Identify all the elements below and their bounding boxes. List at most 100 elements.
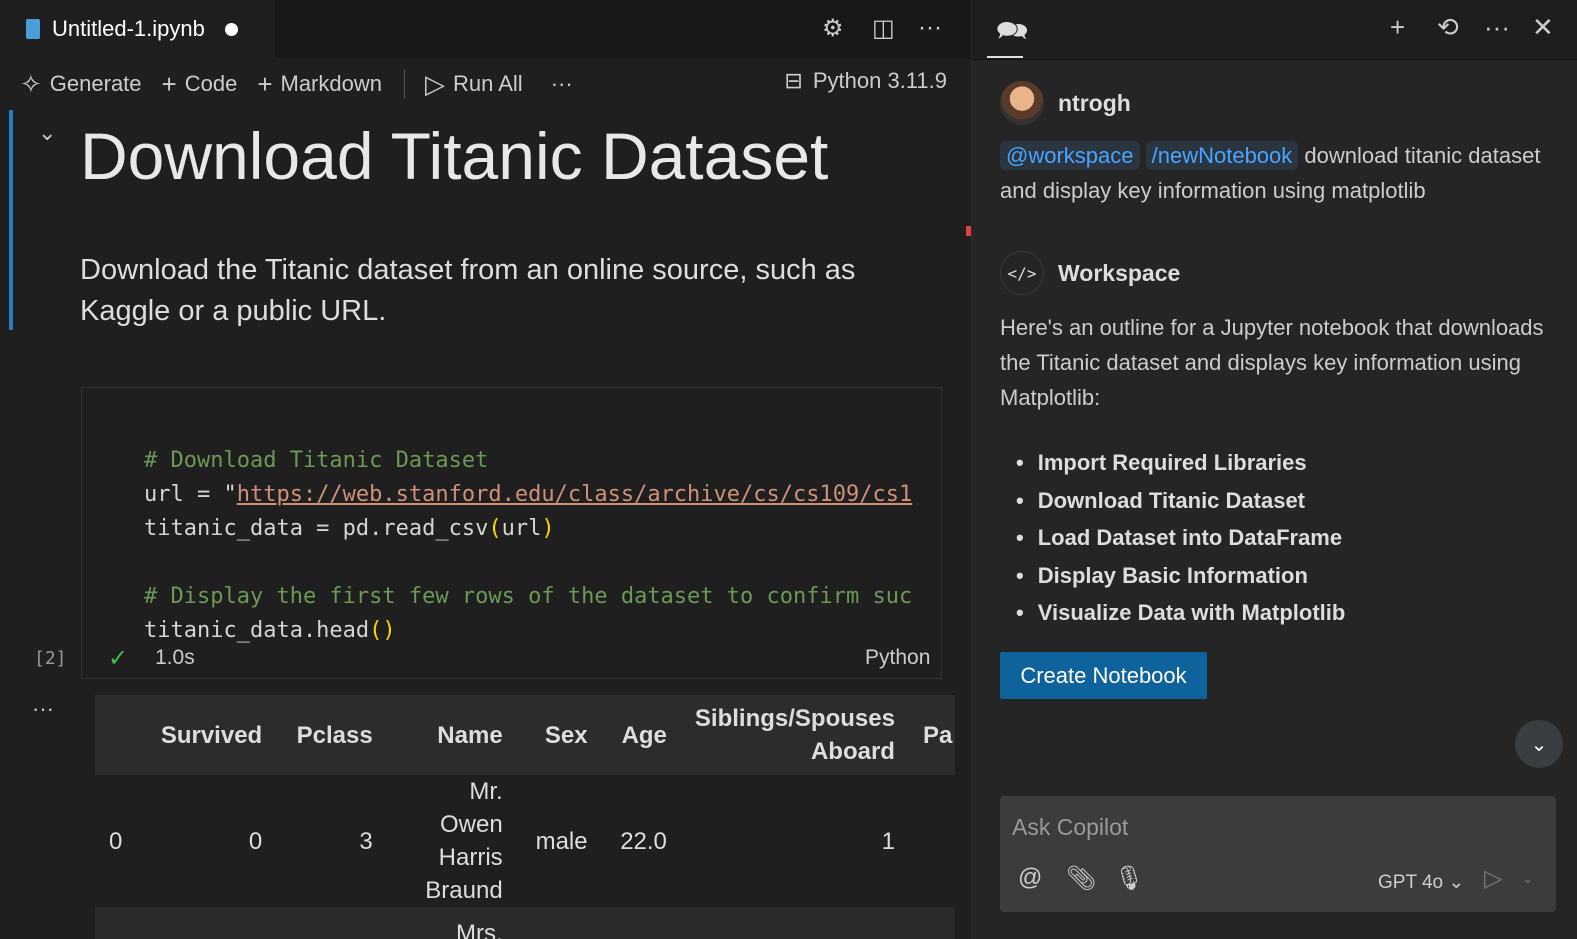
response-text: Here's an outline for a Jupyter notebook… xyxy=(1000,315,1544,410)
cell-language[interactable]: Python xyxy=(865,646,930,670)
outline-list: Import Required Libraries Download Titan… xyxy=(1000,444,1346,632)
more-actions-icon[interactable]: ··· xyxy=(918,14,942,42)
collapse-chevron-icon[interactable]: ⌄ xyxy=(38,120,56,146)
code-text: url = " xyxy=(144,482,237,507)
model-label: GPT 4o xyxy=(1378,872,1444,893)
agent-name: Workspace xyxy=(1058,260,1181,286)
table-cell xyxy=(276,907,387,939)
command-chip[interactable]: /newNotebook xyxy=(1145,141,1299,170)
table-header: Siblings/Spouses Aboard xyxy=(680,695,909,775)
ask-copilot-input[interactable] xyxy=(1012,814,1512,841)
gear-icon[interactable]: ⚙ xyxy=(822,14,844,43)
more-actions-icon[interactable]: ··· xyxy=(1484,12,1510,43)
table-cell: 22.0 xyxy=(620,827,667,855)
table-cell: 0 xyxy=(109,827,123,855)
attach-paperclip-icon[interactable]: 📎︎ xyxy=(1066,864,1096,893)
table-header: Pclass xyxy=(276,695,387,775)
execution-duration: 1.0s xyxy=(155,646,195,669)
run-all-label: Run All xyxy=(452,71,523,96)
list-item: Load Dataset into DataFrame xyxy=(1000,519,1345,557)
table-header: Survived xyxy=(138,695,277,775)
kernel-icon: ⊟ xyxy=(784,68,803,93)
success-check-icon: ✓ xyxy=(108,645,129,672)
table-cell: 1 xyxy=(881,827,895,855)
send-options-chevron-icon[interactable]: ⌄ xyxy=(1522,870,1534,887)
active-cell-indicator xyxy=(9,110,13,330)
code-text: titanic_data.head xyxy=(144,618,370,643)
toolbar-more-button[interactable]: ··· xyxy=(551,71,573,97)
table-header: Pa xyxy=(908,695,955,775)
chat-icon[interactable]: 🗪 xyxy=(996,12,1028,56)
table-row: Mrs. John xyxy=(95,907,955,939)
more-label: ··· xyxy=(550,71,573,96)
list-item: Visualize Data with Matplotlib xyxy=(1000,594,1346,632)
generate-button[interactable]: ✧ Generate xyxy=(20,69,142,100)
code-text: url xyxy=(501,516,542,541)
send-icon[interactable]: ▷ xyxy=(1484,864,1502,893)
table-cell xyxy=(909,775,955,907)
table-cell xyxy=(908,907,955,939)
model-picker[interactable]: GPT 4o ⌄ xyxy=(1378,871,1464,894)
code-brackets-icon: </> xyxy=(1000,251,1044,295)
kernel-picker[interactable]: ⊟ Python 3.11.9 xyxy=(784,68,947,94)
list-item: Import Required Libraries xyxy=(1000,444,1345,482)
markdown-paragraph: Download the Titanic dataset from an onl… xyxy=(80,254,856,327)
code-cell-editor[interactable]: # Download Titanic Dataset url = "https:/… xyxy=(81,387,942,679)
add-code-button[interactable]: + Code xyxy=(162,69,238,100)
scroll-down-chevron-icon[interactable]: ⌄ xyxy=(1515,720,1563,768)
history-icon[interactable]: ⟲ xyxy=(1437,12,1459,43)
add-markdown-button[interactable]: + Markdown xyxy=(257,69,382,100)
microphone-icon[interactable]: 🎙︎ xyxy=(1114,864,1144,893)
plus-icon: + xyxy=(257,68,273,99)
table-cell xyxy=(516,907,602,939)
table-cell: 3 xyxy=(359,827,373,855)
list-item: Display Basic Information xyxy=(1000,557,1345,595)
table-header: Name xyxy=(386,695,517,775)
output-more-icon[interactable]: ··· xyxy=(32,696,54,722)
sparkle-icon: ✧ xyxy=(20,68,42,99)
table-cell xyxy=(95,907,139,939)
code-bracket: () xyxy=(369,618,396,643)
create-notebook-button[interactable]: Create Notebook xyxy=(1000,652,1207,699)
kernel-label: Python 3.11.9 xyxy=(812,68,947,93)
tab-untitled-notebook[interactable]: Untitled-1.ipynb xyxy=(0,0,275,58)
plus-icon: + xyxy=(161,68,177,99)
user-name: ntrogh xyxy=(1058,90,1131,116)
close-icon[interactable]: ✕ xyxy=(1532,12,1554,43)
code-comment: # Download Titanic Dataset xyxy=(144,448,489,473)
table-header: Sex xyxy=(516,695,602,775)
table-header-row: Survived Pclass Name Sex Age Siblings/Sp… xyxy=(95,695,955,775)
table-header: Age xyxy=(601,695,681,775)
notebook-file-icon xyxy=(26,19,40,39)
unsaved-dot-icon[interactable] xyxy=(224,22,238,36)
table-cell xyxy=(138,907,277,939)
split-editor-icon[interactable]: ◫ xyxy=(872,14,895,43)
active-view-underline xyxy=(987,56,1023,58)
chevron-down-icon: ⌄ xyxy=(1448,872,1465,893)
generate-label: Generate xyxy=(49,71,142,96)
table-cell xyxy=(680,907,909,939)
copilot-chat-panel: 🗪 + ⟲ ··· ✕ ntrogh @workspace /newNotebo… xyxy=(971,0,1577,939)
code-text: titanic_data = pd.read_csv xyxy=(144,516,489,541)
table-cell: Mrs. John xyxy=(386,907,517,939)
toolbar-divider xyxy=(403,69,405,99)
user-avatar xyxy=(1000,81,1044,125)
markdown-heading: Download Titanic Dataset xyxy=(80,119,829,193)
table-row: 0 0 3 Mr. Owen Harris Braund male 22.0 1 xyxy=(95,775,955,907)
mention-at-icon[interactable]: @ xyxy=(1018,864,1042,892)
table-header xyxy=(95,695,139,775)
agent-chip[interactable]: @workspace xyxy=(1000,141,1140,170)
run-all-button[interactable]: ▷ Run All xyxy=(425,69,523,100)
code-label: Code xyxy=(184,71,238,96)
chat-input-box: @ 📎︎ 🎙︎ GPT 4o ⌄ ▷ ⌄ xyxy=(1000,796,1556,912)
run-all-icon: ▷ xyxy=(424,68,445,99)
table-cell: Mr. Owen Harris Braund xyxy=(425,778,503,904)
url-string-link[interactable]: https://web.stanford.edu/class/archive/c… xyxy=(237,482,913,507)
markdown-label: Markdown xyxy=(280,71,382,96)
output-dataframe-table: Survived Pclass Name Sex Age Siblings/Sp… xyxy=(95,695,955,939)
code-bracket: ) xyxy=(541,516,555,541)
list-item: Download Titanic Dataset xyxy=(1000,482,1345,520)
table-cell: 0 xyxy=(248,827,263,855)
notebook-editor: Untitled-1.ipynb ⚙ ◫ ··· ✧ Generate + Code… xyxy=(0,0,971,939)
new-chat-plus-icon[interactable]: + xyxy=(1390,12,1405,43)
